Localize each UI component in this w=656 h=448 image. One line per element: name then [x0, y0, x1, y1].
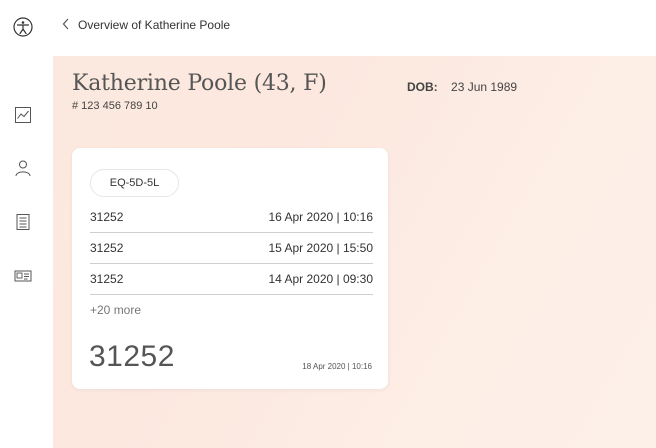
latest-score-date: 18 Apr 2020 | 10:16 [302, 362, 372, 371]
questionnaire-card[interactable]: EQ-5D-5L 31252 16 Apr 2020 | 10:16 31252… [72, 148, 388, 389]
chart-icon[interactable] [14, 106, 32, 124]
more-results-link[interactable]: +20 more [90, 303, 141, 317]
back-link-label: Overview of Katherine Poole [78, 18, 231, 32]
dob-label: DOB: [407, 80, 438, 94]
result-date: 14 Apr 2020 | 09:30 [268, 272, 373, 286]
sidebar [0, 56, 53, 448]
chevron-left-icon [62, 18, 70, 32]
dob-value: 23 Jun 1989 [451, 80, 518, 94]
questionnaire-chip[interactable]: EQ-5D-5L [90, 169, 179, 197]
patient-id: # 123 456 789 10 [72, 100, 158, 112]
patient-name: Katherine Poole (43, F) [72, 71, 327, 96]
result-date: 15 Apr 2020 | 15:50 [268, 241, 373, 255]
result-value: 31252 [90, 272, 124, 286]
result-row[interactable]: 31252 15 Apr 2020 | 15:50 [90, 233, 373, 264]
back-link[interactable]: Overview of Katherine Poole [62, 18, 230, 32]
result-date: 16 Apr 2020 | 10:16 [268, 210, 373, 224]
result-row[interactable]: 31252 14 Apr 2020 | 09:30 [90, 264, 373, 295]
result-value: 31252 [90, 210, 124, 224]
dob: DOB: 23 Jun 1989 [407, 80, 517, 94]
person-icon[interactable] [14, 159, 32, 177]
accessibility-logo-icon[interactable] [12, 16, 34, 38]
result-list: 31252 16 Apr 2020 | 10:16 31252 15 Apr 2… [90, 202, 373, 295]
document-icon[interactable] [14, 213, 32, 231]
result-row[interactable]: 31252 16 Apr 2020 | 10:16 [90, 202, 373, 233]
id-card-icon[interactable] [14, 267, 32, 285]
latest-score: 31252 [89, 340, 175, 373]
main-content: Katherine Poole (43, F) # 123 456 789 10… [53, 56, 656, 448]
result-value: 31252 [90, 241, 124, 255]
top-bar: Overview of Katherine Poole [0, 0, 656, 56]
